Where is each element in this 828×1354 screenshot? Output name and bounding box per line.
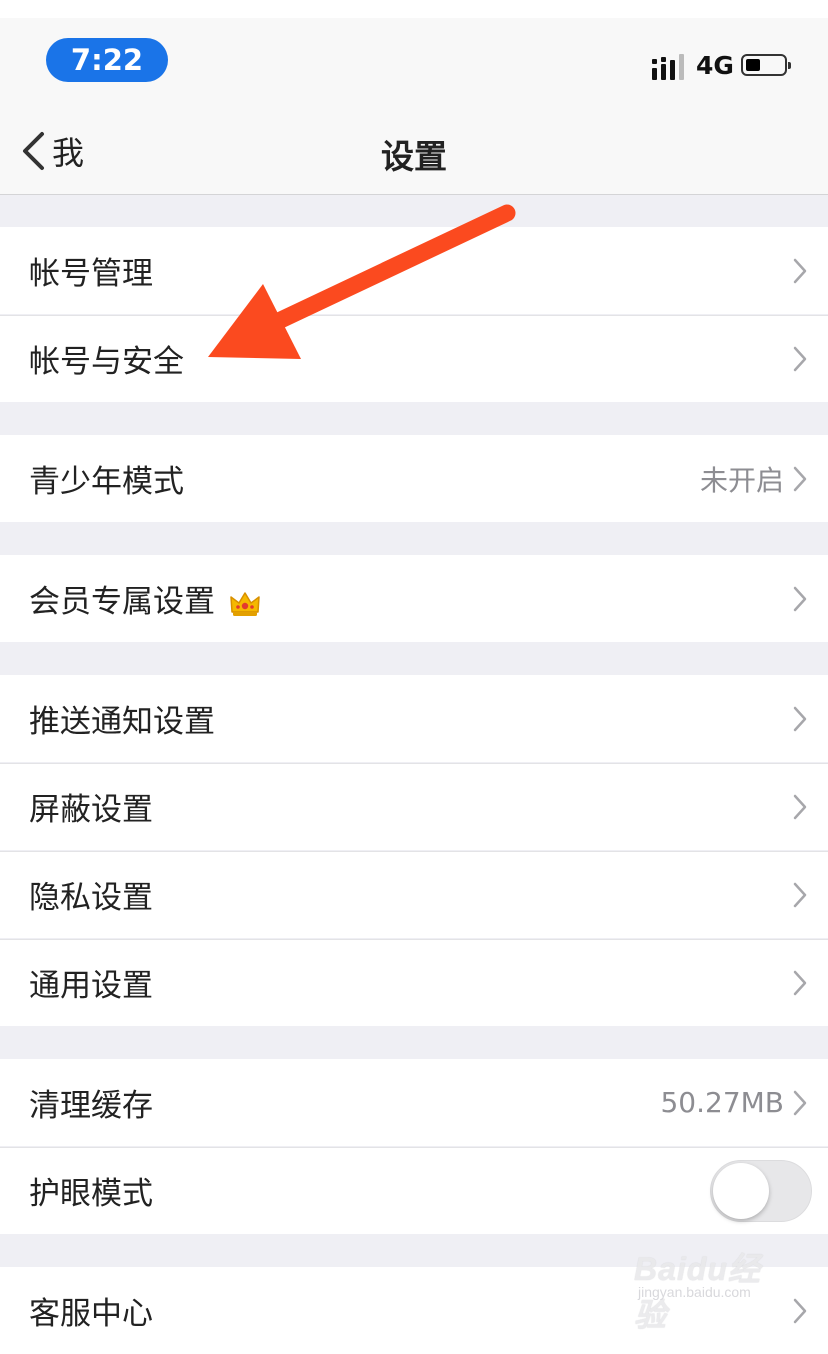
row-label: 会员专属设置 bbox=[29, 584, 215, 620]
row-label: 隐私设置 bbox=[29, 880, 153, 916]
row-label: 屏蔽设置 bbox=[29, 792, 153, 828]
chevron-right-icon bbox=[793, 466, 807, 492]
row-value: 未开启 bbox=[699, 463, 784, 497]
row-label: 通用设置 bbox=[29, 968, 153, 1004]
row-label: 推送通知设置 bbox=[29, 704, 215, 740]
chevron-right-icon bbox=[793, 1090, 807, 1116]
settings-row-clear-cache[interactable]: 清理缓存 50.27MB bbox=[0, 1059, 828, 1146]
chevron-right-icon bbox=[793, 586, 807, 612]
navigation-bar: 我 设置 bbox=[0, 104, 828, 195]
chevron-right-icon bbox=[793, 1298, 807, 1324]
eye-protection-toggle[interactable] bbox=[710, 1160, 812, 1222]
top-margin bbox=[0, 0, 828, 18]
settings-row-general-settings[interactable]: 通用设置 bbox=[0, 939, 828, 1026]
chevron-right-icon bbox=[793, 970, 807, 996]
crown-icon bbox=[230, 591, 260, 616]
row-label-wrap: 会员专属设置 bbox=[29, 576, 261, 621]
row-label: 青少年模式 bbox=[29, 464, 184, 500]
row-label: 清理缓存 bbox=[29, 1088, 153, 1124]
row-label: 护眼模式 bbox=[29, 1176, 153, 1212]
settings-row-push-notifications[interactable]: 推送通知设置 bbox=[0, 675, 828, 762]
settings-row-eye-protection: 护眼模式 bbox=[0, 1147, 828, 1234]
network-type: 4G bbox=[696, 51, 734, 80]
settings-row-account-management[interactable]: 帐号管理 bbox=[0, 227, 828, 314]
baidu-watermark: Baidu经验 jingyan.baidu.com bbox=[634, 1236, 784, 1333]
toggle-knob bbox=[713, 1163, 769, 1219]
watermark-url: jingyan.baidu.com bbox=[638, 1284, 751, 1300]
cache-size-value: 50.27MB bbox=[660, 1086, 784, 1119]
row-label: 帐号管理 bbox=[29, 256, 153, 292]
page-title: 设置 bbox=[381, 137, 447, 176]
chevron-right-icon bbox=[793, 794, 807, 820]
row-label: 客服中心 bbox=[29, 1296, 153, 1332]
settings-row-block-settings[interactable]: 屏蔽设置 bbox=[0, 763, 828, 850]
settings-row-privacy-settings[interactable]: 隐私设置 bbox=[0, 851, 828, 938]
chevron-right-icon bbox=[793, 706, 807, 732]
status-bar: 7:22 4G bbox=[0, 18, 828, 104]
chevron-right-icon bbox=[793, 346, 807, 372]
status-time: 7:22 bbox=[46, 38, 168, 82]
row-label: 帐号与安全 bbox=[29, 344, 184, 380]
settings-row-teen-mode[interactable]: 青少年模式 未开启 bbox=[0, 435, 828, 522]
chevron-right-icon bbox=[793, 882, 807, 908]
settings-row-account-security[interactable]: 帐号与安全 bbox=[0, 315, 828, 402]
signal-icon bbox=[652, 54, 686, 80]
battery-icon bbox=[741, 54, 791, 76]
settings-row-vip-settings[interactable]: 会员专属设置 bbox=[0, 555, 828, 642]
chevron-right-icon bbox=[793, 258, 807, 284]
